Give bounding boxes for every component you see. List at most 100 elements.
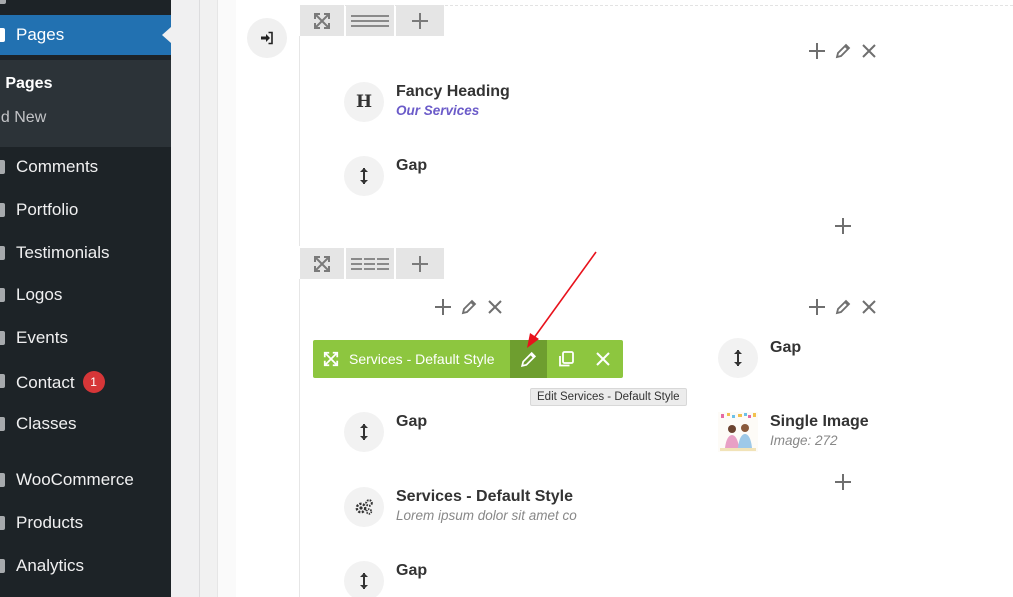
plus-icon	[809, 299, 825, 315]
expand-icon	[314, 255, 330, 272]
plus-icon	[835, 474, 851, 490]
element-edit-button[interactable]	[510, 340, 547, 378]
two-column-layout-icon	[351, 257, 389, 270]
element-title: Gap	[396, 157, 428, 174]
submenu-all-pages[interactable]: ll Pages	[0, 75, 52, 93]
pages-submenu: ll Pages dd New	[0, 60, 171, 147]
menu-item-classes[interactable]: Classes	[0, 404, 171, 444]
element-single-image[interactable]: Single Image Image: 272	[718, 412, 869, 452]
close-icon	[595, 352, 610, 366]
single-column-layout-icon	[351, 14, 389, 27]
sign-in-icon	[261, 31, 273, 45]
element-clone-button[interactable]	[547, 340, 584, 378]
analytics-icon	[0, 559, 5, 573]
vertical-arrows-icon	[344, 412, 384, 452]
close-icon	[862, 44, 876, 58]
menu-item-contact[interactable]: Contact 1	[0, 361, 171, 401]
column-add-button[interactable]	[807, 297, 827, 317]
close-icon	[862, 300, 876, 314]
woocommerce-icon	[0, 473, 5, 487]
row-1-column-controls	[807, 41, 879, 61]
row-1-controls	[300, 5, 444, 36]
menu-item-pages[interactable]: Pages	[0, 15, 171, 55]
admin-sidebar: Pages ll Pages dd New Comments Portfolio…	[0, 0, 171, 597]
column-delete-button[interactable]	[859, 41, 879, 61]
menu-item-comments[interactable]: Comments	[0, 147, 171, 187]
menu-item-products[interactable]: Products	[0, 503, 171, 543]
left-column-controls	[433, 297, 505, 317]
plus-icon	[412, 255, 428, 272]
element-toolbar: Services - Default Style	[313, 340, 623, 378]
element-title: Gap	[396, 562, 428, 579]
column-add-button[interactable]	[807, 41, 827, 61]
plus-icon	[809, 43, 825, 59]
vertical-arrows-icon	[344, 156, 384, 196]
comments-icon	[0, 160, 5, 174]
element-gap[interactable]: Gap	[718, 338, 801, 378]
events-icon	[0, 331, 5, 345]
close-icon	[488, 300, 502, 314]
menu-item-testimonials[interactable]: Testimonials	[0, 233, 171, 273]
column-edit-button[interactable]	[459, 297, 479, 317]
row-2-fullscreen-button[interactable]	[300, 248, 344, 279]
add-element-button[interactable]	[832, 471, 854, 493]
row-2-add-button[interactable]	[396, 248, 444, 279]
vertical-arrows-icon	[718, 338, 758, 378]
pencil-icon	[835, 299, 851, 315]
plus-icon	[412, 12, 428, 29]
column-edit-button[interactable]	[833, 297, 853, 317]
element-services[interactable]: Services - Default Style Lorem ipsum dol…	[344, 487, 593, 527]
right-column-controls	[807, 297, 879, 317]
element-toolbar-label[interactable]: Services - Default Style	[349, 351, 510, 367]
row-handle-button[interactable]	[247, 18, 287, 58]
edit-tooltip: Edit Services - Default Style	[530, 388, 687, 406]
element-subtitle: Our Services	[396, 103, 480, 118]
element-title: Gap	[396, 413, 428, 430]
notification-badge: 1	[82, 371, 105, 393]
row-1-layout-button[interactable]	[346, 5, 394, 36]
element-move-handle[interactable]	[313, 340, 349, 378]
element-gap[interactable]: Gap	[344, 156, 427, 196]
column-add-button[interactable]	[433, 297, 453, 317]
column-delete-button[interactable]	[485, 297, 505, 317]
element-title: Fancy Heading	[396, 83, 510, 100]
pencil-icon	[835, 43, 851, 59]
testimonials-icon	[0, 246, 5, 260]
classes-icon	[0, 417, 5, 431]
element-title: Single Image	[770, 413, 869, 430]
element-gap[interactable]: Gap	[344, 561, 427, 597]
pages-icon	[0, 28, 5, 42]
page-builder-panel	[217, 0, 1013, 597]
heading-icon: H	[344, 82, 384, 122]
column-edit-button[interactable]	[833, 41, 853, 61]
column-delete-button[interactable]	[859, 297, 879, 317]
element-fancy-heading[interactable]: H Fancy Heading Our Services	[344, 82, 510, 122]
menu-item-woocommerce[interactable]: WooCommerce	[0, 460, 171, 500]
element-subtitle: Lorem ipsum dolor sit amet co	[396, 508, 577, 523]
menu-item-analytics[interactable]: Analytics	[0, 546, 171, 586]
row-1	[299, 36, 300, 246]
element-gap[interactable]: Gap	[344, 412, 427, 452]
submenu-add-new[interactable]: dd New	[0, 109, 46, 127]
menu-item-events[interactable]: Events	[0, 318, 171, 358]
add-element-button[interactable]	[832, 215, 854, 237]
element-subtitle: Image: 272	[770, 433, 838, 448]
vertical-arrows-icon	[344, 561, 384, 597]
row-1-add-button[interactable]	[396, 5, 444, 36]
pencil-icon	[461, 299, 477, 315]
pencil-icon	[520, 351, 537, 367]
element-title: Services - Default Style	[396, 488, 573, 505]
menu-item-logos[interactable]: Logos	[0, 275, 171, 315]
contact-icon	[0, 374, 5, 388]
plus-icon	[435, 299, 451, 315]
row-2	[299, 279, 300, 597]
dashboard-icon	[0, 0, 6, 4]
row-1-fullscreen-button[interactable]	[300, 5, 344, 36]
expand-icon	[314, 12, 330, 29]
gears-icon	[344, 487, 384, 527]
row-2-layout-button[interactable]	[346, 248, 394, 279]
element-delete-button[interactable]	[584, 340, 621, 378]
row-2-controls	[300, 248, 444, 279]
menu-item-portfolio[interactable]: Portfolio	[0, 190, 171, 230]
logos-icon	[0, 288, 5, 302]
